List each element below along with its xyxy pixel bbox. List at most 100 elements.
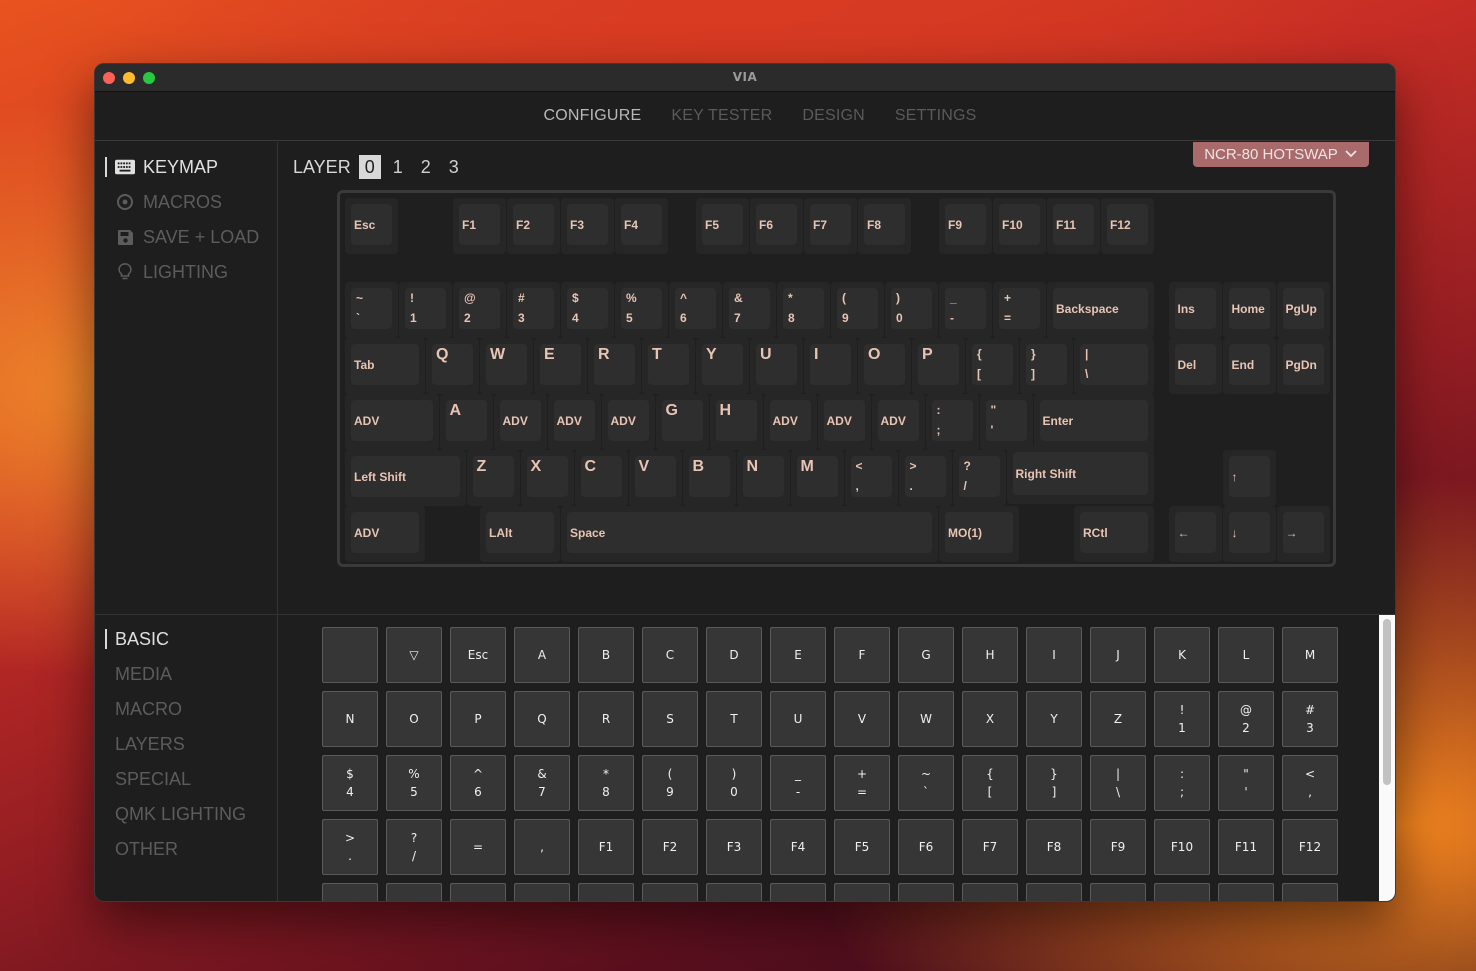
keyboard-key[interactable]: }] xyxy=(1020,338,1073,394)
keyboard-key[interactable]: ADV xyxy=(601,394,655,450)
keycode-button[interactable]: ? / xyxy=(386,819,442,875)
keyboard-key[interactable]: E xyxy=(534,338,587,394)
sidebar-item-macros[interactable]: MACROS xyxy=(115,189,222,215)
keycode-button[interactable]: L xyxy=(1218,627,1274,683)
keycode-button[interactable]: F xyxy=(834,627,890,683)
tab-configure[interactable]: CONFIGURE xyxy=(544,107,642,125)
keyboard-key[interactable]: $4 xyxy=(561,282,614,338)
keyboard-key[interactable]: Right Shift xyxy=(1006,446,1154,504)
keycode-button[interactable]: W xyxy=(898,691,954,747)
keycode-button[interactable]: ▽ xyxy=(386,627,442,683)
keycode-button[interactable]: Esc xyxy=(450,627,506,683)
category-macro[interactable]: MACRO xyxy=(115,696,182,722)
keyboard-key[interactable]: | \ xyxy=(1074,338,1154,394)
keycode-button[interactable]: I xyxy=(1026,627,1082,683)
keyboard-key[interactable]: _ - xyxy=(939,282,992,338)
keyboard-key[interactable]: ← xyxy=(1168,506,1222,562)
keycode-button[interactable]: F9 xyxy=(1090,819,1146,875)
keycode-button[interactable]: _ - xyxy=(770,755,826,811)
keyboard-key[interactable]: PgDn xyxy=(1276,338,1330,394)
keyboard-key[interactable]: Q xyxy=(426,338,479,394)
keycode-button[interactable]: F4 xyxy=(770,819,826,875)
keyboard-key[interactable]: P xyxy=(912,338,965,394)
keycode-button[interactable]: Print xyxy=(322,883,378,901)
keyboard-key[interactable]: End xyxy=(1222,338,1276,394)
keyboard-key[interactable]: " ' xyxy=(979,394,1033,450)
keyboard-key[interactable]: Space xyxy=(561,506,938,562)
keycode-button[interactable]: C xyxy=(642,627,698,683)
keyboard-key[interactable]: ^ 6 xyxy=(669,282,722,338)
keycode-button[interactable]: <, xyxy=(1282,755,1338,811)
keyboard-key[interactable]: ADV xyxy=(763,394,817,450)
keycode-button[interactable]: U xyxy=(770,691,826,747)
keycode-button[interactable]: :; xyxy=(1154,755,1210,811)
keycode-button[interactable]: ! 1 xyxy=(1154,691,1210,747)
keyboard-key[interactable]: Tab xyxy=(345,338,425,394)
keycode-button[interactable]: T xyxy=(706,691,762,747)
keycode-button[interactable]: F12 xyxy=(1282,819,1338,875)
keycode-button[interactable]: F10 xyxy=(1154,819,1210,875)
keyboard-key[interactable]: F3 xyxy=(561,198,614,254)
keycode-button[interactable]: $4 xyxy=(322,755,378,811)
tab-settings[interactable]: SETTINGS xyxy=(895,107,977,125)
keyboard-key[interactable]: F6 xyxy=(750,198,803,254)
keyboard-key[interactable]: W xyxy=(480,338,533,394)
keycode-button[interactable] xyxy=(514,883,570,901)
keyboard-key[interactable]: Esc xyxy=(345,198,398,254)
keycode-button[interactable] xyxy=(578,883,634,901)
keycode-button[interactable]: F11 xyxy=(1218,819,1274,875)
keyboard-key[interactable]: G xyxy=(655,394,709,450)
tab-design[interactable]: DESIGN xyxy=(802,107,865,125)
keyboard-key[interactable]: ADV xyxy=(871,394,925,450)
keyboard-key[interactable]: Home xyxy=(1222,282,1276,338)
keyboard-key[interactable]: F4 xyxy=(615,198,668,254)
keycode-button[interactable]: >. xyxy=(322,819,378,875)
keyboard-key[interactable]: PgUp xyxy=(1276,282,1330,338)
keyboard-key[interactable]: ) 0 xyxy=(885,282,938,338)
keycode-button[interactable]: H xyxy=(962,627,1018,683)
keycode-button[interactable]: + = xyxy=(834,755,890,811)
keycode-button[interactable]: F3 xyxy=(706,819,762,875)
keycode-button[interactable]: ^ 6 xyxy=(450,755,506,811)
keyboard-key[interactable]: A xyxy=(439,394,493,450)
layer-0-button[interactable]: 0 xyxy=(358,155,381,179)
keyboard-key[interactable]: F2 xyxy=(507,198,560,254)
keycode-button[interactable]: J xyxy=(1090,627,1146,683)
keyboard-key[interactable]: ↑ xyxy=(1222,450,1276,506)
keyboard-key[interactable]: <, xyxy=(844,450,898,506)
keyboard-key[interactable]: H xyxy=(709,394,763,450)
keycode-button[interactable]: F1 xyxy=(578,819,634,875)
picker-scrollbar[interactable] xyxy=(1379,615,1395,901)
keycode-button[interactable] xyxy=(1282,883,1338,901)
keycode-button[interactable]: & 7 xyxy=(514,755,570,811)
keyboard-key[interactable]: {[ xyxy=(966,338,1019,394)
keyboard-key[interactable]: → xyxy=(1276,506,1330,562)
keyboard-key[interactable]: @2 xyxy=(453,282,506,338)
keyboard-key[interactable]: F11 xyxy=(1047,198,1100,254)
keyboard-key[interactable]: O xyxy=(858,338,911,394)
keyboard-key[interactable]: N xyxy=(736,450,790,506)
category-other[interactable]: OTHER xyxy=(115,836,178,862)
keycode-button[interactable]: N xyxy=(322,691,378,747)
keycode-button[interactable] xyxy=(450,883,506,901)
keycode-button[interactable] xyxy=(898,883,954,901)
layer-1-button[interactable]: 1 xyxy=(387,155,409,179)
keyboard-key[interactable]: LAlt xyxy=(480,506,560,562)
keyboard-key[interactable]: ? / xyxy=(952,450,1006,506)
keycode-button[interactable] xyxy=(642,883,698,901)
keyboard-key[interactable]: U xyxy=(750,338,803,394)
keycode-button[interactable]: @2 xyxy=(1218,691,1274,747)
keyboard-key[interactable]: MO(1) xyxy=(939,506,1019,562)
keycode-button[interactable]: , xyxy=(514,819,570,875)
keyboard-key[interactable]: Y xyxy=(696,338,749,394)
keycode-button[interactable] xyxy=(1154,883,1210,901)
keyboard-key[interactable]: F5 xyxy=(696,198,749,254)
keyboard-key[interactable]: F10 xyxy=(993,198,1046,254)
keycode-button[interactable] xyxy=(322,627,378,683)
keycode-button[interactable]: A xyxy=(514,627,570,683)
keyboard-key[interactable]: ADV xyxy=(345,394,439,450)
keyboard-key[interactable]: ! 1 xyxy=(399,282,452,338)
keycode-button[interactable]: D xyxy=(706,627,762,683)
keyboard-key[interactable]: F12 xyxy=(1101,198,1154,254)
keyboard-key[interactable]: >. xyxy=(898,450,952,506)
